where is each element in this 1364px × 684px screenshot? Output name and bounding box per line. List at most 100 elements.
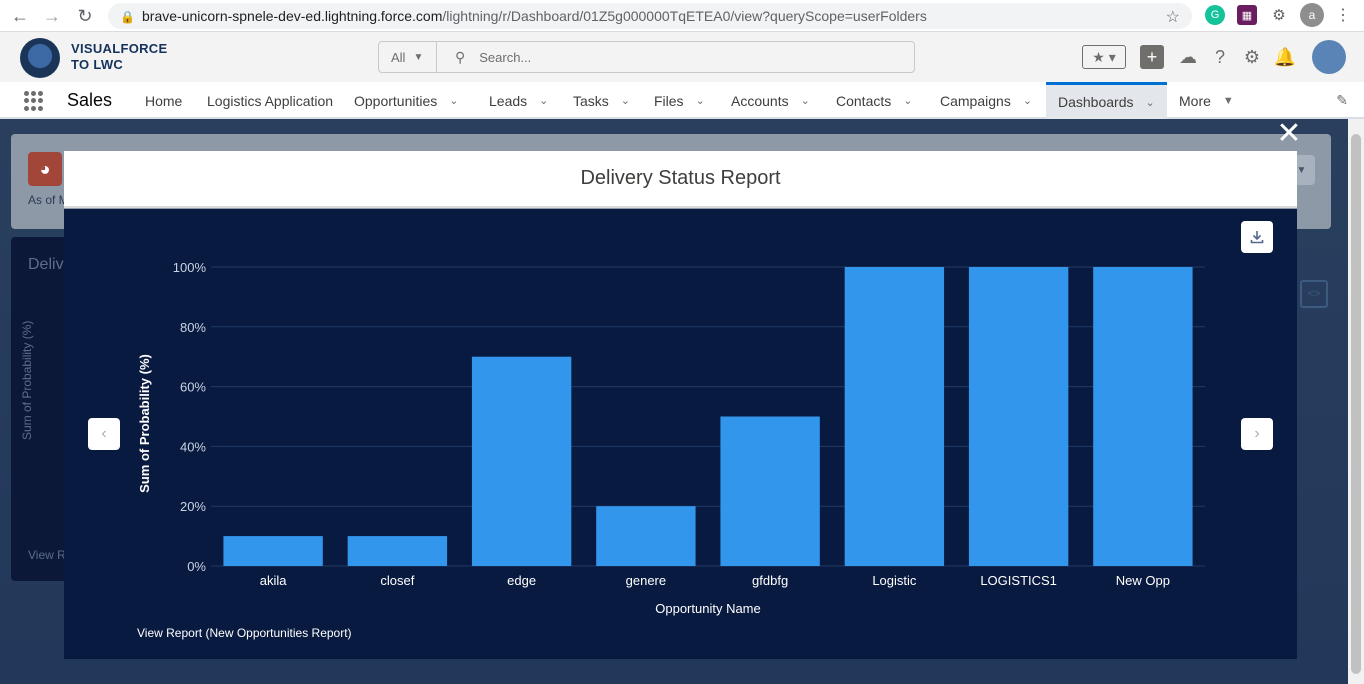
forward-icon[interactable]: →	[36, 0, 68, 32]
chevron-down-icon[interactable]: ⌄	[621, 94, 630, 107]
y-tick-label: 0%	[187, 559, 206, 574]
tab-more[interactable]: More ▼	[1179, 82, 1234, 119]
org-brand: VISUALFORCE TO LWC	[71, 41, 167, 73]
close-icon[interactable]: ✕	[1276, 119, 1302, 149]
search-scope-select[interactable]: All ▼	[379, 42, 437, 72]
chevron-down-icon[interactable]: ⌄	[449, 94, 458, 107]
browser-toolbar: ← → ↻ 🔒 brave-unicorn-spnele-dev-ed.ligh…	[0, 0, 1364, 32]
tab-accounts[interactable]: Accounts ⌄	[731, 82, 810, 119]
tab-opportunities[interactable]: Opportunities ⌄	[354, 82, 459, 119]
grammarly-icon[interactable]: G	[1205, 5, 1225, 25]
y-axis-label: Sum of Probability (%)	[137, 354, 152, 493]
tab-label: Accounts	[731, 92, 789, 109]
caret-down-icon[interactable]: ▼	[1223, 95, 1234, 107]
download-button[interactable]	[1241, 221, 1273, 253]
app-navigation: Sales Home Logistics Application Opportu…	[0, 82, 1364, 119]
x-tick-label: edge	[507, 573, 536, 588]
org-logo[interactable]	[20, 38, 60, 78]
user-avatar[interactable]	[1312, 40, 1346, 74]
next-chart-button[interactable]: ›	[1241, 418, 1273, 450]
tab-contacts[interactable]: Contacts ⌄	[836, 82, 912, 119]
lock-icon: 🔒	[120, 10, 135, 24]
global-search: All ▼ ⚲ Search...	[378, 41, 915, 73]
trailhead-icon[interactable]: ☁	[1176, 45, 1200, 69]
bar	[596, 506, 696, 566]
y-tick-label: 60%	[180, 380, 206, 395]
favorites-star-icon[interactable]: ★ ▾	[1082, 45, 1126, 69]
reload-icon[interactable]: ↻	[69, 0, 101, 32]
dashboard-icon: ◕	[28, 152, 62, 186]
chevron-down-icon[interactable]: ⌄	[539, 94, 548, 107]
app-launcher-icon[interactable]	[24, 91, 44, 111]
tab-label: Contacts	[836, 92, 892, 109]
y-tick-label: 20%	[180, 499, 206, 514]
edit-nav-pencil-icon[interactable]: ✎	[1336, 92, 1348, 109]
bar-chart: 0% 20% 40% 60% 80% 100% akila closef edge genere g…	[137, 260, 1205, 616]
tab-home[interactable]: Home	[145, 82, 182, 119]
caret-down-icon: ▼	[413, 51, 424, 63]
search-placeholder: Search...	[479, 49, 532, 65]
modal-title: Delivery Status Report	[64, 151, 1297, 208]
tab-label: Dashboards	[1058, 94, 1134, 110]
x-axis-label: Opportunity Name	[655, 601, 761, 616]
tab-label: Tasks	[573, 92, 609, 109]
chevron-down-icon[interactable]: ⌄	[801, 94, 810, 107]
bar	[223, 536, 323, 566]
profile-avatar[interactable]: a	[1300, 3, 1324, 27]
chevron-down-icon[interactable]: ⌄	[903, 94, 912, 107]
bar	[1093, 267, 1193, 566]
search-input[interactable]: ⚲ Search...	[437, 42, 914, 72]
view-report-link[interactable]: View Report (New Opportunities Report)	[137, 626, 352, 640]
tab-label: Opportunities	[354, 92, 438, 109]
puzzle-icon[interactable]: ⚙	[1269, 5, 1289, 25]
address-bar[interactable]: 🔒 brave-unicorn-spnele-dev-ed.lightning.…	[108, 3, 1192, 29]
tab-tasks[interactable]: Tasks ⌄	[573, 82, 630, 119]
download-icon	[1250, 231, 1264, 244]
chevron-left-icon: ‹	[101, 425, 107, 442]
bookmark-star-icon[interactable]: ☆	[1166, 7, 1180, 27]
brand-line-2: TO LWC	[71, 57, 124, 72]
chevron-down-icon[interactable]: ⌄	[1023, 94, 1032, 107]
global-add-icon[interactable]: +	[1140, 45, 1164, 69]
component-title: Deliv	[28, 256, 64, 273]
global-header: VISUALFORCE TO LWC All ▼ ⚲ Search... ★ ▾…	[0, 32, 1364, 82]
url-path: /lightning/r/Dashboard/01Z5g000000TqETEA…	[442, 8, 927, 24]
bar	[720, 416, 820, 566]
help-icon[interactable]: ?	[1208, 45, 1232, 69]
tab-files[interactable]: Files ⌄	[654, 82, 705, 119]
extension-icon[interactable]: ▦	[1237, 5, 1257, 25]
back-icon[interactable]: ←	[4, 0, 36, 32]
tab-campaigns[interactable]: Campaigns ⌄	[940, 82, 1032, 119]
component-view-report-link: View R	[28, 548, 66, 562]
y-tick-label: 80%	[180, 320, 206, 335]
tab-leads[interactable]: Leads ⌄	[489, 82, 548, 119]
tab-dashboards[interactable]: Dashboards ⌄	[1046, 82, 1167, 119]
y-tick-label: 100%	[173, 260, 207, 275]
x-tick-label: genere	[626, 573, 666, 588]
notifications-bell-icon[interactable]: 🔔	[1273, 45, 1297, 69]
setup-gear-icon[interactable]: ⚙	[1240, 45, 1264, 69]
x-tick-label: akila	[260, 573, 288, 588]
url-host: brave-unicorn-spnele-dev-ed.lightning.fo…	[142, 8, 443, 24]
chevron-right-icon: ›	[1254, 425, 1260, 442]
bar	[347, 536, 448, 566]
app-name: Sales	[67, 90, 113, 110]
component-ylabel: Sum of Probability (%)	[20, 320, 34, 440]
tab-label: Logistics Application	[207, 92, 334, 109]
tab-label: Campaigns	[940, 92, 1011, 109]
as-of-timestamp: As of M	[28, 193, 69, 207]
bar	[968, 267, 1069, 566]
tab-label: Leads	[489, 92, 528, 109]
browser-menu-icon[interactable]: ⋮	[1333, 5, 1353, 25]
bar	[844, 267, 945, 566]
previous-chart-button[interactable]: ‹	[88, 418, 120, 450]
x-tick-label: closef	[380, 573, 414, 588]
embed-code-icon: <>	[1300, 280, 1328, 308]
x-tick-label: LOGISTICS1	[980, 573, 1057, 588]
chevron-down-icon[interactable]: ⌄	[1146, 96, 1155, 109]
search-icon: ⚲	[455, 48, 466, 65]
brand-line-1: VISUALFORCE	[71, 41, 168, 56]
scrollbar-thumb[interactable]	[1351, 134, 1361, 674]
chevron-down-icon[interactable]: ⌄	[696, 94, 705, 107]
tab-logistics-application[interactable]: Logistics Application	[207, 82, 333, 119]
